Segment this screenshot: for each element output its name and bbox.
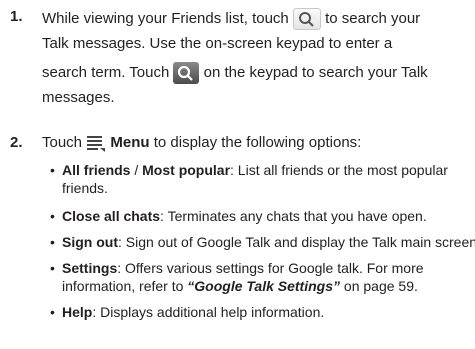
text: on page 59.	[340, 278, 418, 294]
step-number: 2.	[10, 134, 23, 151]
bullet-item: Settings: Offers various settings for Go…	[62, 260, 424, 276]
term: Help	[62, 304, 93, 320]
text: : Terminates any chats that you have ope…	[160, 208, 427, 224]
menu-label: Menu	[110, 134, 150, 151]
bullet-continuation: friends.	[62, 180, 108, 196]
text: : Offers various settings for Google tal…	[117, 260, 424, 276]
term: All friends	[62, 162, 131, 178]
step-line: messages.	[42, 89, 115, 106]
bullet-continuation: information, refer to “Google Talk Setti…	[62, 278, 418, 294]
step-line: Touch Menu to display the following opti…	[42, 134, 362, 153]
text: search term. Touch	[42, 63, 170, 81]
bullet-item: Help: Displays additional help informati…	[62, 304, 324, 320]
bullet-item: Sign out: Sign out of Google Talk and di…	[62, 234, 475, 250]
bullet: •	[50, 162, 55, 178]
text: : Displays additional help information.	[92, 304, 325, 320]
bullet-item: Close all chats: Terminates any chats th…	[62, 208, 427, 224]
term: Sign out	[62, 234, 118, 250]
text: : List all friends or the most popular	[230, 162, 448, 178]
bullet: •	[50, 208, 55, 224]
text: : Sign out of Google Talk and display th…	[118, 234, 475, 250]
step-line: While viewing your Friends list, touch t…	[42, 8, 420, 30]
step-number: 1.	[10, 8, 23, 25]
text: to search your	[325, 9, 421, 27]
step-line: Talk messages. Use the on-screen keypad …	[42, 35, 393, 52]
term: Close all chats	[62, 208, 161, 224]
bullet-item: All friends / Most popular: List all fri…	[62, 162, 448, 178]
menu-icon	[86, 134, 106, 153]
text: While viewing your Friends list, touch	[42, 9, 289, 27]
search-icon	[173, 62, 200, 84]
text: to display the following options:	[153, 134, 362, 151]
search-icon	[292, 8, 321, 30]
text: Touch	[42, 134, 83, 151]
bullet: •	[50, 234, 55, 250]
step-line: search term. Touch on the keypad to sear…	[42, 62, 428, 84]
term: Most popular	[142, 162, 231, 178]
text: on the keypad to search your Talk	[203, 63, 428, 81]
text: information, refer to	[62, 278, 188, 294]
text: /	[130, 162, 143, 178]
term: Settings	[62, 260, 118, 276]
settings-link[interactable]: “Google Talk Settings”	[187, 278, 340, 294]
bullet: •	[50, 304, 55, 320]
bullet: •	[50, 260, 55, 276]
